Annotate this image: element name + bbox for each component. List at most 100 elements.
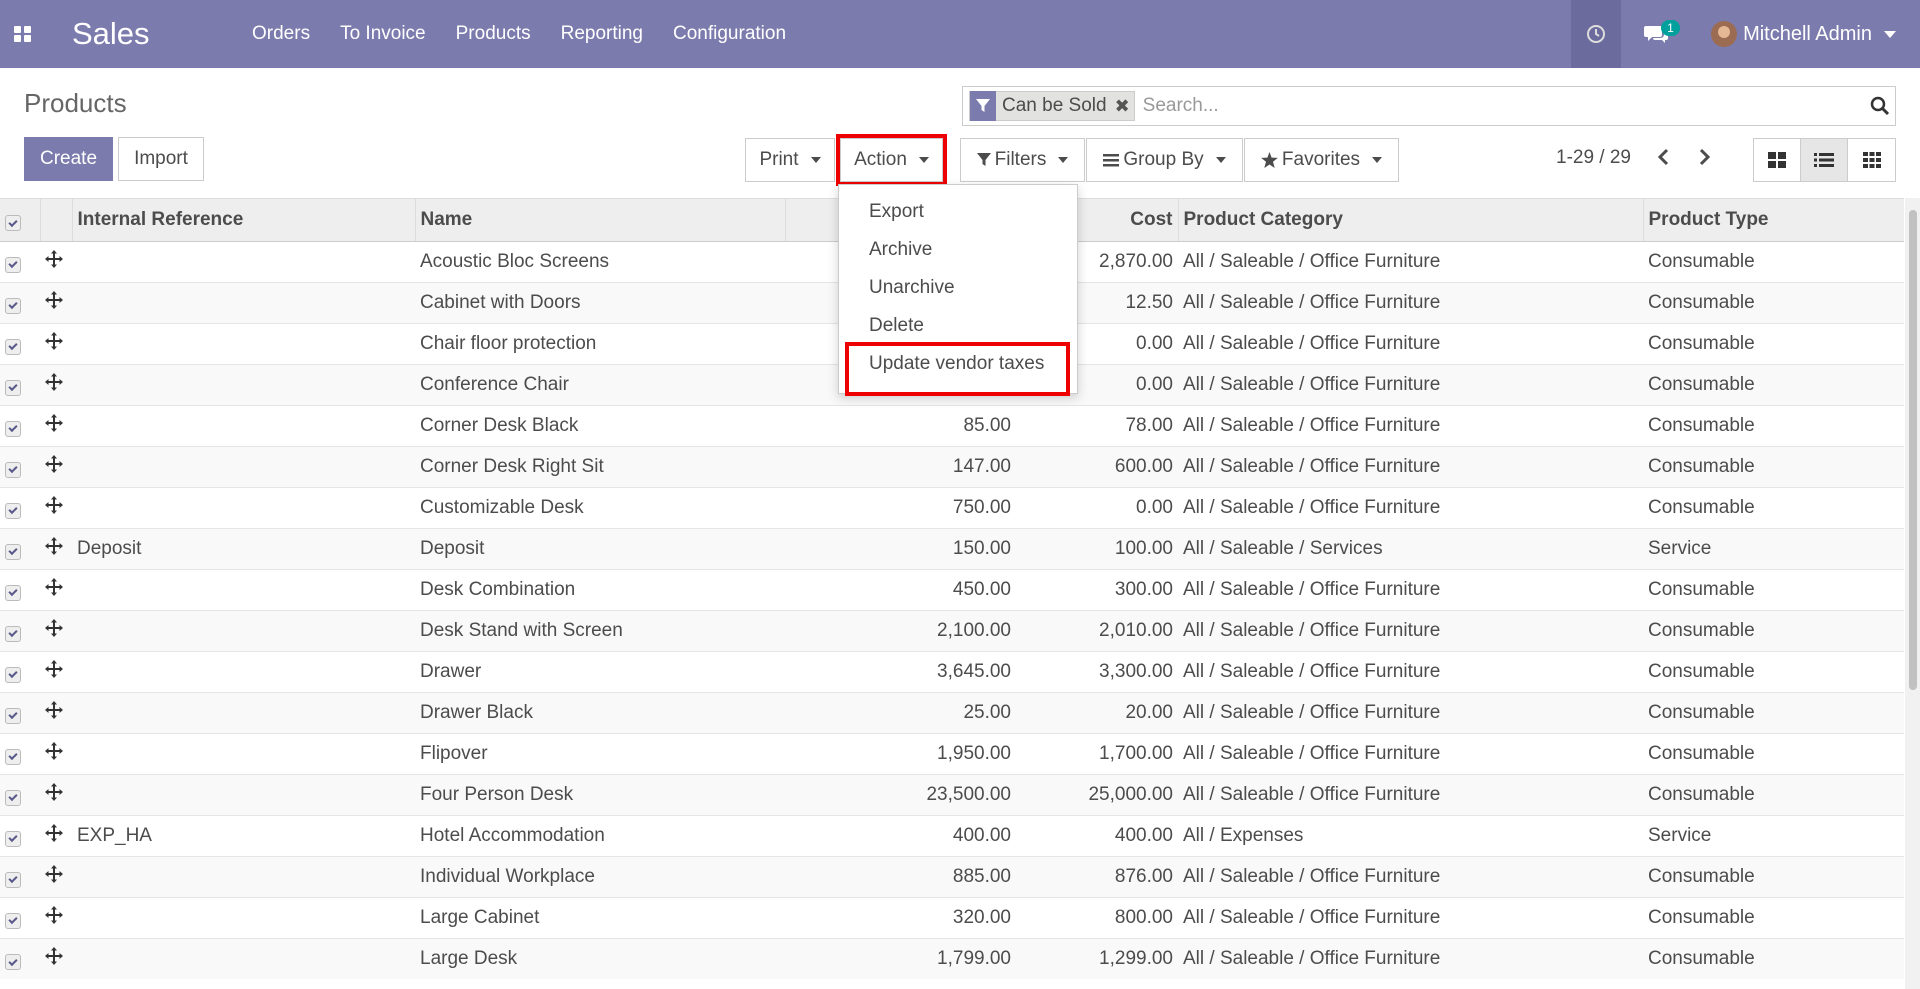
activity-clock-icon[interactable] — [1571, 0, 1622, 68]
row-checkbox[interactable] — [0, 568, 40, 610]
drag-handle-icon[interactable] — [40, 650, 72, 692]
column-header-product-category[interactable]: Product Category — [1178, 199, 1644, 242]
remove-facet-icon[interactable]: ✖ — [1111, 96, 1134, 117]
drag-handle-icon[interactable] — [40, 937, 72, 979]
cell-internal-reference — [72, 691, 415, 733]
drag-handle-icon[interactable] — [40, 814, 72, 856]
app-name[interactable]: Sales — [72, 16, 222, 52]
row-checkbox[interactable] — [0, 773, 40, 815]
search-input[interactable] — [1140, 94, 1865, 118]
table-row[interactable]: Large Desk 1,799.00 1,299.00 All / Saleable… — [0, 937, 1904, 979]
create-button[interactable]: Create — [24, 137, 113, 181]
table-row[interactable]: EXP_HA Hotel Accommodation 400.00 400.00 All… — [0, 814, 1904, 856]
drag-handle-icon[interactable] — [40, 486, 72, 528]
vertical-scrollbar[interactable] — [1905, 198, 1920, 989]
column-header-name[interactable]: Name — [415, 199, 786, 242]
menu-item-update-vendor-taxes[interactable]: Update vendor taxes — [839, 345, 1077, 383]
table-row[interactable]: Drawer 3,645.00 3,300.00 All / Saleable / O… — [0, 650, 1904, 692]
user-menu[interactable]: Mitchell Admin — [1691, 21, 1920, 47]
cell-cost: 600.00 — [1016, 445, 1178, 487]
table-row[interactable]: Drawer Black 25.00 20.00 All / Saleable / O… — [0, 691, 1904, 733]
column-header-product-type[interactable]: Product Type — [1643, 199, 1904, 242]
table-row[interactable]: Deposit Deposit 150.00 100.00 All / Saleable… — [0, 527, 1904, 569]
drag-handle-icon[interactable] — [40, 527, 72, 569]
chevron-down-icon — [1215, 157, 1226, 163]
pager-next-icon[interactable] — [1690, 142, 1720, 172]
pager-value[interactable]: 1-29 / 29 — [1556, 147, 1631, 169]
table-row[interactable]: Corner Desk Black 85.00 78.00 All / Saleabl… — [0, 404, 1904, 446]
favorites-dropdown-button[interactable]: Favorites — [1244, 138, 1399, 182]
drag-handle-icon[interactable] — [40, 896, 72, 938]
row-checkbox[interactable] — [0, 322, 40, 364]
search-icon[interactable] — [1865, 96, 1895, 116]
menu-item-orders[interactable]: Orders — [252, 23, 310, 45]
row-checkbox[interactable] — [0, 527, 40, 569]
column-header-internal-reference[interactable]: Internal Reference — [72, 199, 416, 242]
print-dropdown-button[interactable]: Print — [745, 138, 835, 182]
row-checkbox[interactable] — [0, 486, 40, 528]
cell-name: Large Cabinet — [415, 896, 785, 938]
drag-handle-icon[interactable] — [40, 609, 72, 651]
list-view-icon[interactable] — [1801, 139, 1848, 181]
filters-dropdown-button[interactable]: Filters — [960, 138, 1085, 182]
import-button[interactable]: Import — [118, 137, 204, 181]
drag-handle-icon[interactable] — [40, 322, 72, 364]
drag-handle-icon[interactable] — [40, 855, 72, 897]
table-row[interactable]: Four Person Desk 23,500.00 25,000.00 All / … — [0, 773, 1904, 815]
menu-item-configuration[interactable]: Configuration — [673, 23, 786, 45]
cell-product-type: Consumable — [1643, 732, 1904, 774]
pager-previous-icon[interactable] — [1648, 142, 1678, 172]
row-checkbox[interactable] — [0, 732, 40, 774]
row-checkbox[interactable] — [0, 855, 40, 897]
select-all-checkbox[interactable] — [0, 199, 41, 242]
row-checkbox[interactable] — [0, 445, 40, 487]
cell-product-type: Consumable — [1643, 650, 1904, 692]
drag-handle-icon[interactable] — [40, 568, 72, 610]
table-row[interactable]: Individual Workplace 885.00 876.00 All / Sa… — [0, 855, 1904, 897]
menu-item-archive[interactable]: Archive — [839, 231, 1077, 269]
kanban-view-icon[interactable] — [1754, 139, 1801, 181]
row-checkbox[interactable] — [0, 404, 40, 446]
drag-handle-icon[interactable] — [40, 445, 72, 487]
menu-item-products[interactable]: Products — [456, 23, 531, 45]
menu-item-reporting[interactable]: Reporting — [561, 23, 643, 45]
row-checkbox[interactable] — [0, 240, 40, 282]
row-checkbox[interactable] — [0, 609, 40, 651]
grid-view-icon[interactable] — [1848, 139, 1895, 181]
cell-product-type: Consumable — [1643, 568, 1904, 610]
row-checkbox[interactable] — [0, 814, 40, 856]
drag-handle-icon[interactable] — [40, 281, 72, 323]
row-checkbox[interactable] — [0, 691, 40, 733]
menu-item-delete[interactable]: Delete — [839, 307, 1077, 345]
group-by-dropdown-button[interactable]: Group By — [1086, 138, 1243, 182]
table-row[interactable]: Corner Desk Right Sit 147.00 600.00 All / S… — [0, 445, 1904, 487]
apps-menu-icon[interactable] — [0, 0, 46, 68]
messaging-icon[interactable]: 1 — [1621, 0, 1691, 68]
drag-handle-icon[interactable] — [40, 691, 72, 733]
row-checkbox[interactable] — [0, 937, 40, 979]
cell-cost: 25,000.00 — [1016, 773, 1178, 815]
cell-product-category: All / Saleable / Office Furniture — [1178, 896, 1643, 938]
drag-handle-icon[interactable] — [40, 404, 72, 446]
cell-name: Large Desk — [415, 937, 785, 979]
cell-sales-price: 25.00 — [785, 691, 1016, 733]
handle-column-header — [40, 199, 73, 242]
scrollbar-thumb[interactable] — [1909, 210, 1917, 690]
menu-item-unarchive[interactable]: Unarchive — [839, 269, 1077, 307]
row-checkbox[interactable] — [0, 363, 40, 405]
drag-handle-icon[interactable] — [40, 363, 72, 405]
drag-handle-icon[interactable] — [40, 732, 72, 774]
menu-item-to-invoice[interactable]: To Invoice — [340, 23, 426, 45]
drag-handle-icon[interactable] — [40, 240, 72, 282]
drag-handle-icon[interactable] — [40, 773, 72, 815]
row-checkbox[interactable] — [0, 896, 40, 938]
table-row[interactable]: Desk Stand with Screen 2,100.00 2,010.00 Al… — [0, 609, 1904, 651]
table-row[interactable]: Flipover 1,950.00 1,700.00 All / Saleable /… — [0, 732, 1904, 774]
action-dropdown-button[interactable]: Action — [840, 138, 943, 182]
row-checkbox[interactable] — [0, 650, 40, 692]
menu-item-export[interactable]: Export — [839, 193, 1077, 231]
row-checkbox[interactable] — [0, 281, 40, 323]
table-row[interactable]: Desk Combination 450.00 300.00 All / Saleab… — [0, 568, 1904, 610]
table-row[interactable]: Customizable Desk 750.00 0.00 All / Saleabl… — [0, 486, 1904, 528]
table-row[interactable]: Large Cabinet 320.00 800.00 All / Saleable … — [0, 896, 1904, 938]
